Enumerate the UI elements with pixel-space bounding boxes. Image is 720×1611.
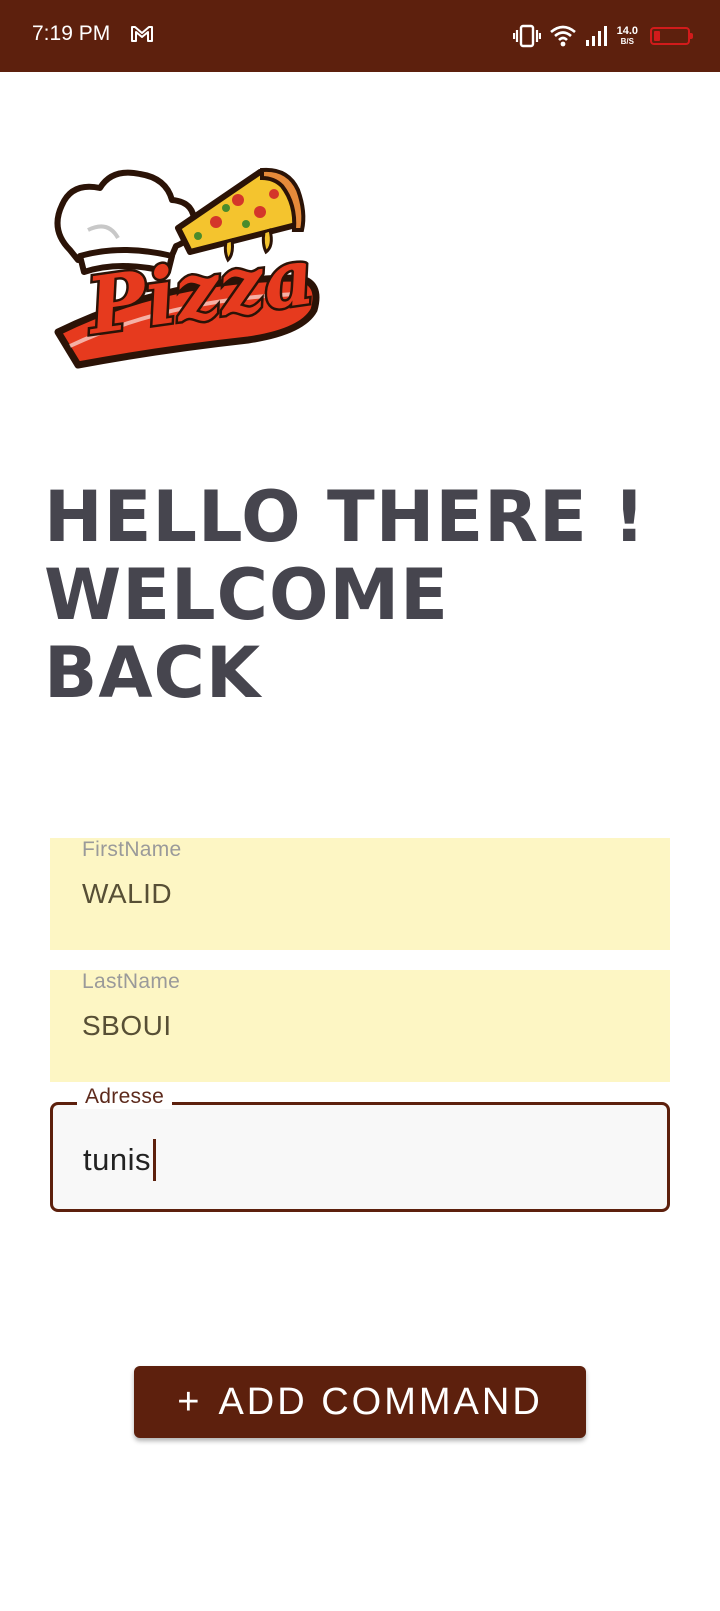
last-name-field[interactable]: LastName SBOUI [50, 970, 670, 1082]
first-name-value: WALID [82, 878, 173, 909]
status-time: 7:19 PM [32, 22, 111, 45]
pizza-logo: Pizza [54, 167, 322, 369]
first-name-label: FirstName [82, 838, 182, 861]
first-name-field[interactable]: FirstName WALID [50, 838, 670, 950]
welcome-heading: HELLO THERE ! WELCOME BACK [44, 478, 684, 712]
add-command-label: ADD COMMAND [218, 1380, 543, 1423]
add-command-button[interactable]: + ADD COMMAND [134, 1366, 586, 1438]
welcome-line-3: BACK [44, 632, 262, 714]
plus-icon: + [177, 1380, 203, 1423]
battery-level [654, 31, 660, 41]
vibrate-icon [512, 24, 541, 48]
address-label: Adresse [77, 1085, 173, 1109]
welcome-line-2: WELCOME [44, 554, 449, 636]
status-icons: 14.0 B/S [512, 20, 693, 52]
text-cursor [152, 1139, 156, 1181]
last-name-label: LastName [82, 970, 181, 993]
address-field[interactable]: Adresse tunis [50, 1085, 670, 1212]
net-speed-value: 14.0 [616, 25, 638, 37]
net-speed-unit: B/S [620, 37, 634, 46]
wifi-icon [549, 25, 576, 47]
status-bar: 7:19 PM 14.0 B/S [0, 0, 720, 72]
address-input[interactable]: tunis [83, 1139, 156, 1183]
battery-icon [650, 27, 693, 45]
address-value: tunis [83, 1142, 151, 1178]
signal-icon [585, 26, 607, 46]
last-name-value: SBOUI [82, 1010, 172, 1041]
welcome-line-1: HELLO THERE ! [44, 476, 647, 558]
gmail-icon [131, 26, 153, 42]
net-speed-indicator: 14.0 B/S [616, 25, 638, 47]
